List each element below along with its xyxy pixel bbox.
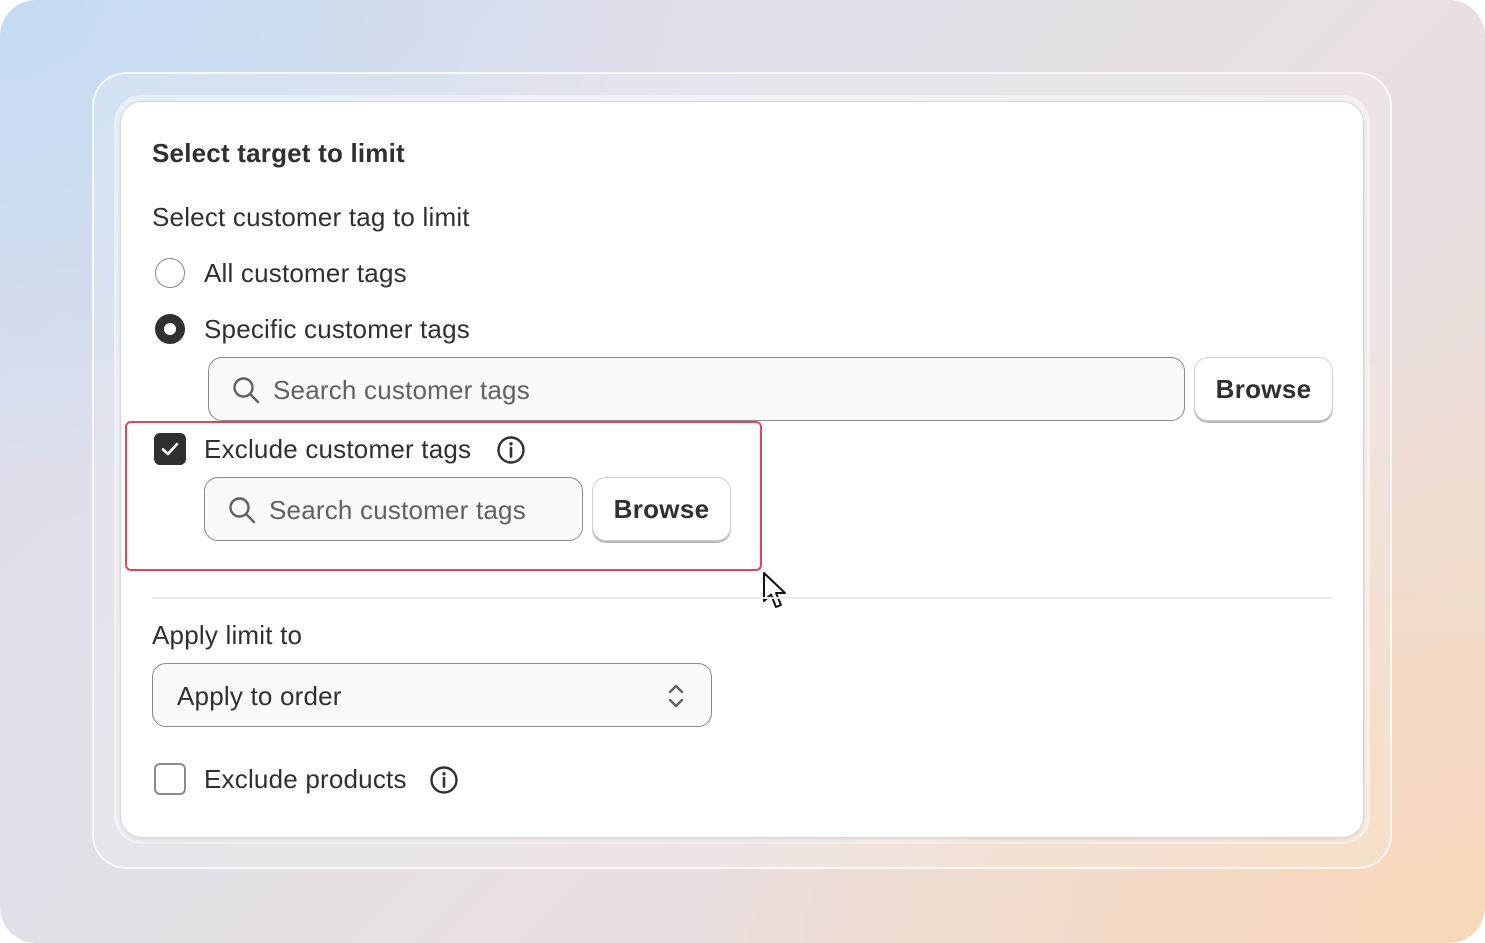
- search-customer-tags-placeholder: Search customer tags: [273, 375, 530, 405]
- radio-specific-customer-tags-label[interactable]: Specific customer tags: [204, 314, 470, 345]
- section-divider: [152, 597, 1333, 599]
- browse-customer-tags-button[interactable]: Browse: [1194, 357, 1333, 421]
- apply-limit-selected-value: Apply to order: [177, 681, 342, 711]
- radio-all-customer-tags-label[interactable]: All customer tags: [204, 258, 407, 289]
- info-icon[interactable]: [429, 765, 459, 795]
- chevron-up-down-icon: [668, 684, 684, 708]
- customer-tag-label: Select customer tag to limit: [152, 202, 470, 232]
- exclude-search-customer-tags-input[interactable]: Search customer tags: [204, 477, 583, 541]
- radio-all-customer-tags[interactable]: [155, 258, 185, 288]
- exclude-customer-tags-checkbox[interactable]: [154, 433, 186, 465]
- browse-exclude-tags-button[interactable]: Browse: [592, 477, 731, 541]
- exclude-products-label[interactable]: Exclude products: [204, 764, 407, 795]
- apply-limit-select[interactable]: Apply to order: [152, 663, 712, 727]
- search-customer-tags-input[interactable]: Search customer tags: [208, 357, 1185, 421]
- exclude-search-placeholder: Search customer tags: [269, 495, 526, 525]
- apply-limit-label: Apply limit to: [152, 620, 303, 650]
- exclude-customer-tags-label[interactable]: Exclude customer tags: [204, 434, 471, 465]
- radio-specific-customer-tags[interactable]: [155, 314, 185, 344]
- checkmark-icon: [161, 442, 179, 456]
- info-icon[interactable]: [496, 435, 526, 465]
- exclude-products-checkbox[interactable]: [154, 763, 186, 795]
- search-icon: [229, 497, 256, 524]
- search-icon: [233, 377, 260, 404]
- cursor-icon: [763, 572, 786, 608]
- section-title: Select target to limit: [152, 138, 405, 168]
